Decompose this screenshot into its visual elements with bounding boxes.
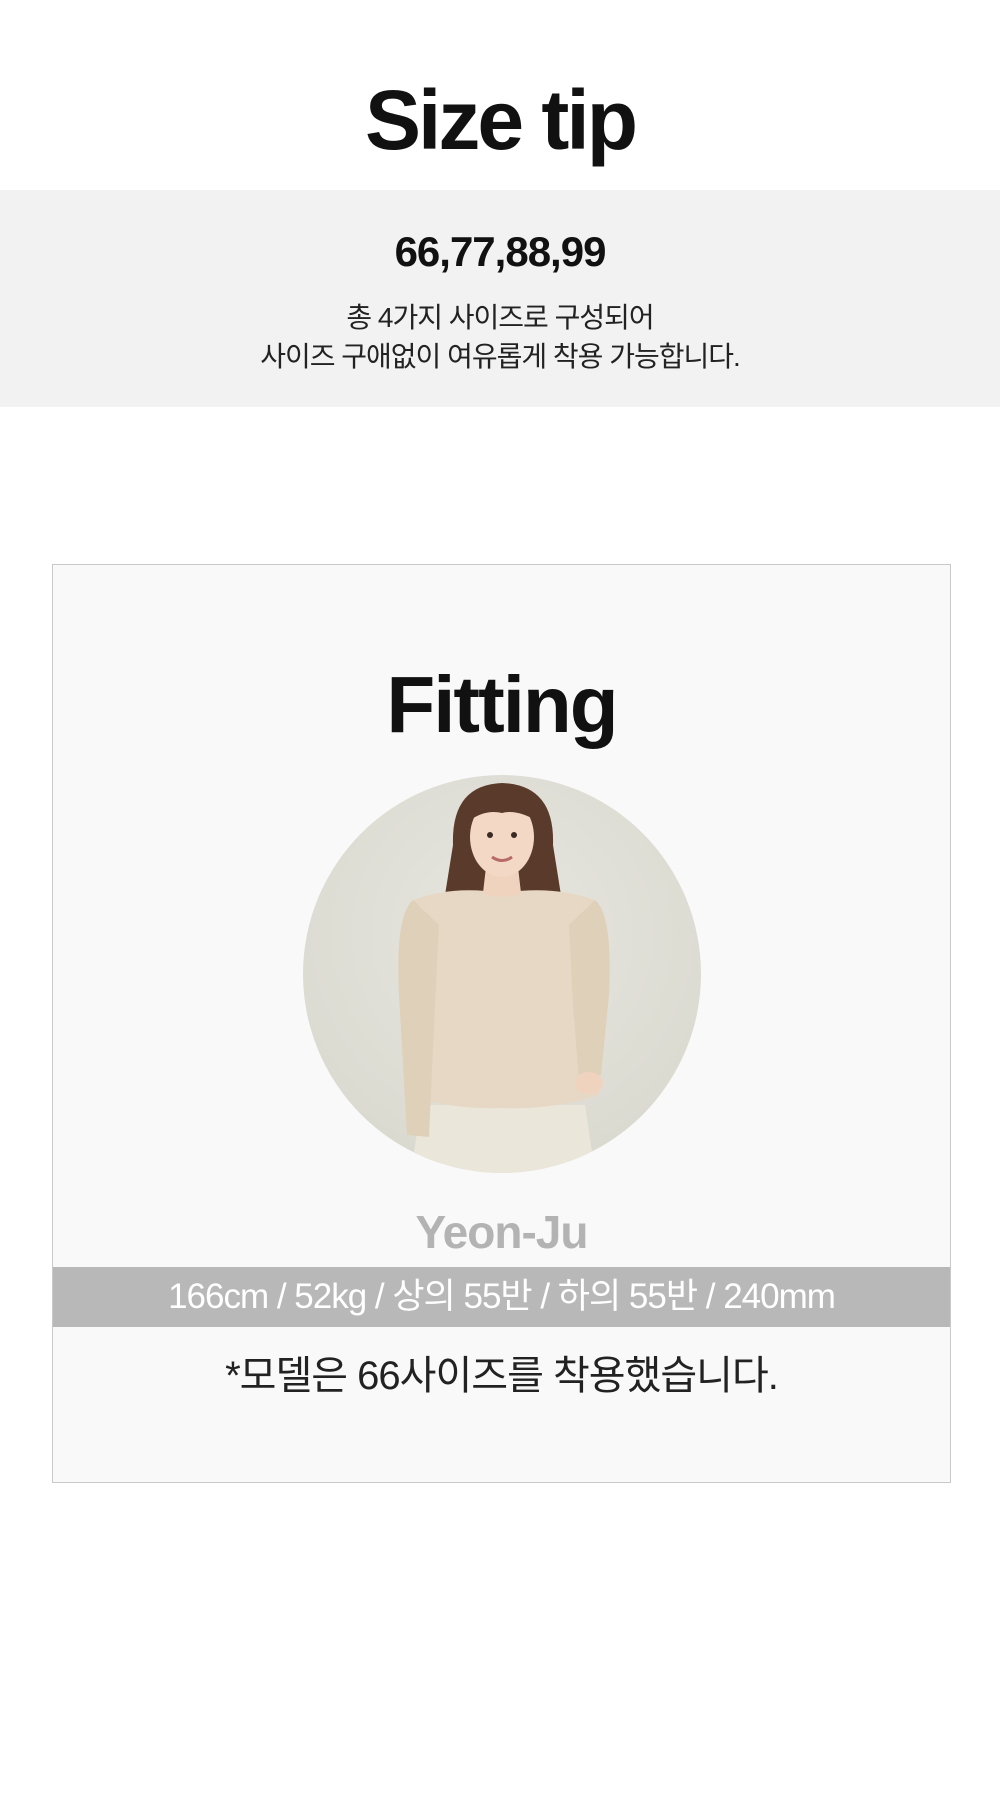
size-description: 총 4가지 사이즈로 구성되어 사이즈 구애없이 여유롭게 착용 가능합니다. [0, 298, 1000, 376]
size-description-line-2: 사이즈 구애없이 여유롭게 착용 가능합니다. [260, 341, 741, 372]
fitting-title: Fitting [386, 660, 618, 749]
size-fitting-page: Size tip 66,77,88,99 총 4가지 사이즈로 구성되어 사이즈… [0, 0, 1000, 1802]
model-specs-band: 166cm / 52kg / 상의 55반 / 하의 55반 / 240mm [53, 1267, 950, 1327]
size-tip-title: Size tip [364, 73, 638, 167]
model-name: Yeon-Ju [415, 1206, 589, 1258]
model-illustration [398, 783, 610, 1173]
fitting-card: Fitting Yeon-Ju 166cm / 52kg / 상의 55반 / … [52, 564, 951, 1483]
size-tip-box: 66,77,88,99 총 4가지 사이즈로 구성되어 사이즈 구애없이 여유롭… [0, 190, 1000, 407]
model-photo [303, 775, 701, 1173]
size-description-line-1: 총 4가지 사이즈로 구성되어 [346, 302, 654, 333]
size-list: 66,77,88,99 [394, 228, 607, 275]
fitting-note: *모델은 66사이즈를 착용했습니다. [225, 1354, 779, 1398]
